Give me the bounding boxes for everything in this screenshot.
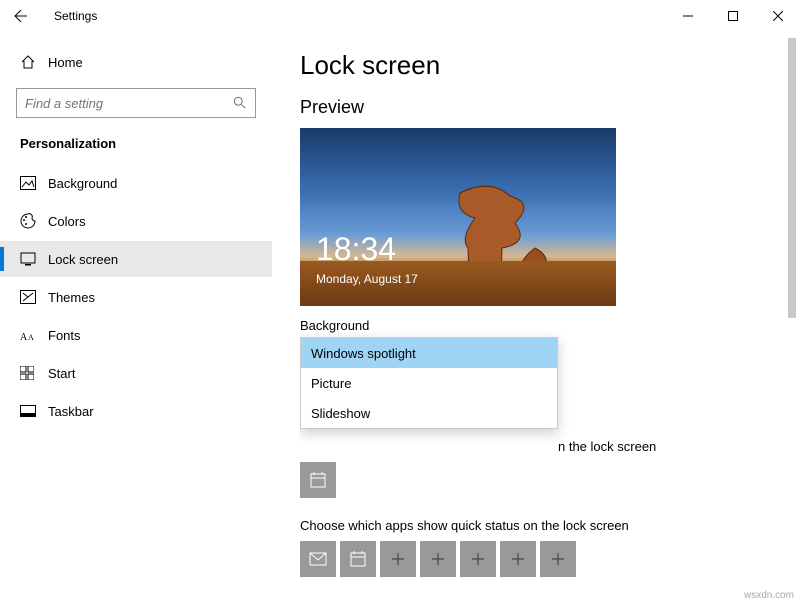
quick-status-app-tile-5[interactable] [460,541,496,577]
sidebar-item-label: Lock screen [48,252,118,267]
sidebar-item-home[interactable]: Home [0,44,272,80]
sidebar-item-lock-screen[interactable]: Lock screen [0,241,272,277]
maximize-icon [728,11,738,21]
taskbar-icon [20,405,48,417]
sidebar-item-background[interactable]: Background [0,165,272,201]
sidebar-item-taskbar[interactable]: Taskbar [0,393,272,429]
maximize-button[interactable] [710,0,755,32]
detailed-status-app-tile[interactable] [300,462,336,498]
sidebar-item-label: Start [48,366,75,381]
detailed-status-label-partial: n the lock screen [300,439,800,454]
search-input[interactable] [25,96,233,111]
page-title: Lock screen [300,50,800,81]
svg-text:A: A [20,332,28,342]
watermark: wsxdn.com [744,590,794,601]
content-area: Lock screen Preview 18:34 Monday, August… [272,32,800,605]
themes-icon [20,290,48,304]
sidebar-item-themes[interactable]: Themes [0,279,272,315]
background-dropdown-popup: Windows spotlight Picture Slideshow [300,337,558,429]
home-icon [20,54,48,70]
back-arrow-icon [13,8,29,24]
dropdown-option-picture[interactable]: Picture [301,368,557,398]
sidebar-item-label: Taskbar [48,404,94,419]
content-scrollbar[interactable] [786,38,798,568]
mail-icon [309,552,327,566]
fonts-icon: AA [20,328,48,342]
dropdown-option-spotlight[interactable]: Windows spotlight [301,338,557,368]
sidebar-item-label: Colors [48,214,86,229]
sidebar-item-fonts[interactable]: AA Fonts [0,317,272,353]
sidebar: Home Personalization Background Colors L… [0,32,272,605]
window-title: Settings [54,9,97,23]
dropdown-option-slideshow[interactable]: Slideshow [301,398,557,428]
preview-heading: Preview [300,97,800,118]
sidebar-item-label: Themes [48,290,95,305]
sidebar-home-label: Home [48,55,83,70]
background-field-label: Background [300,318,800,333]
plus-icon [471,552,485,566]
quick-status-app-tile-1[interactable] [300,541,336,577]
start-icon [20,366,48,380]
sidebar-item-label: Fonts [48,328,81,343]
calendar-icon [349,550,367,568]
lock-screen-icon [20,252,48,266]
lock-screen-preview: 18:34 Monday, August 17 [300,128,616,306]
background-icon [20,176,48,190]
calendar-icon [309,471,327,489]
svg-text:A: A [28,333,34,342]
quick-status-app-tile-2[interactable] [340,541,376,577]
plus-icon [391,552,405,566]
sidebar-item-colors[interactable]: Colors [0,203,272,239]
quick-status-label: Choose which apps show quick status on t… [300,518,800,533]
minimize-icon [683,11,693,21]
sidebar-item-start[interactable]: Start [0,355,272,391]
sidebar-section-label: Personalization [0,136,272,165]
plus-icon [431,552,445,566]
plus-icon [551,552,565,566]
minimize-button[interactable] [665,0,710,32]
close-button[interactable] [755,0,800,32]
back-button[interactable] [0,0,42,32]
sidebar-item-label: Background [48,176,117,191]
quick-status-app-tile-7[interactable] [540,541,576,577]
title-bar: Settings [0,0,800,32]
quick-status-app-tile-4[interactable] [420,541,456,577]
close-icon [773,11,783,21]
preview-time: 18:34 [316,231,396,268]
search-box[interactable] [16,88,256,118]
preview-date: Monday, August 17 [316,272,418,286]
scrollbar-thumb[interactable] [788,38,796,318]
colors-icon [20,213,48,229]
quick-status-app-tile-6[interactable] [500,541,536,577]
plus-icon [511,552,525,566]
quick-status-app-tile-3[interactable] [380,541,416,577]
window-controls [665,0,800,32]
search-icon [233,96,247,110]
